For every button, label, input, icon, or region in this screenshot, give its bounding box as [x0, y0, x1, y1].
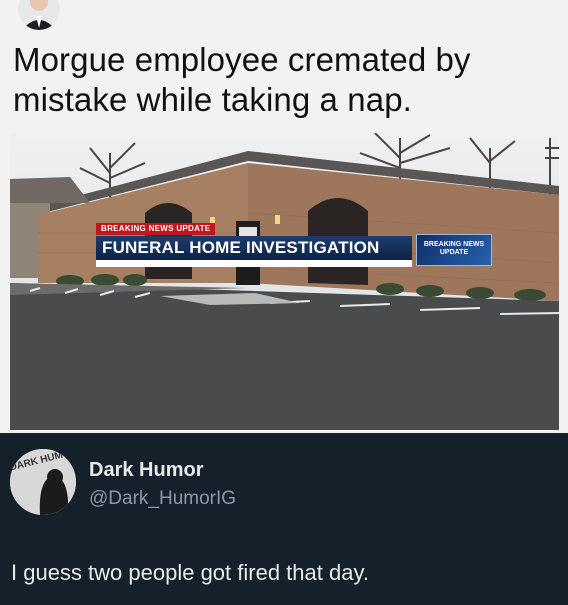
ticker-underline: [96, 260, 412, 267]
news-ticker: BREAKING NEWS UPDATE FUNERAL HOME INVEST…: [96, 223, 492, 267]
tweet-card[interactable]: DARK HUMOR Dark Humor @Dark_HumorIG I gu…: [0, 433, 568, 605]
meme-headline: Morgue employee cremated by mistake whil…: [13, 41, 471, 118]
display-name[interactable]: Dark Humor: [89, 459, 203, 482]
ticker-breaking-label: BREAKING NEWS UPDATE: [96, 223, 216, 235]
breaking-news-logo: BREAKING NEWS UPDATE: [416, 234, 492, 266]
funeral-home-photo: [10, 133, 559, 430]
tweet-text: I guess two people got fired that day.: [11, 560, 369, 585]
user-handle[interactable]: @Dark_HumorIG: [89, 488, 236, 510]
reporter-avatar: [18, 0, 60, 30]
ticker-headline: FUNERAL HOME INVESTIGATION: [96, 236, 412, 260]
profile-avatar[interactable]: DARK HUMOR: [10, 449, 76, 515]
meme-image: Morgue employee cremated by mistake whil…: [0, 0, 568, 433]
